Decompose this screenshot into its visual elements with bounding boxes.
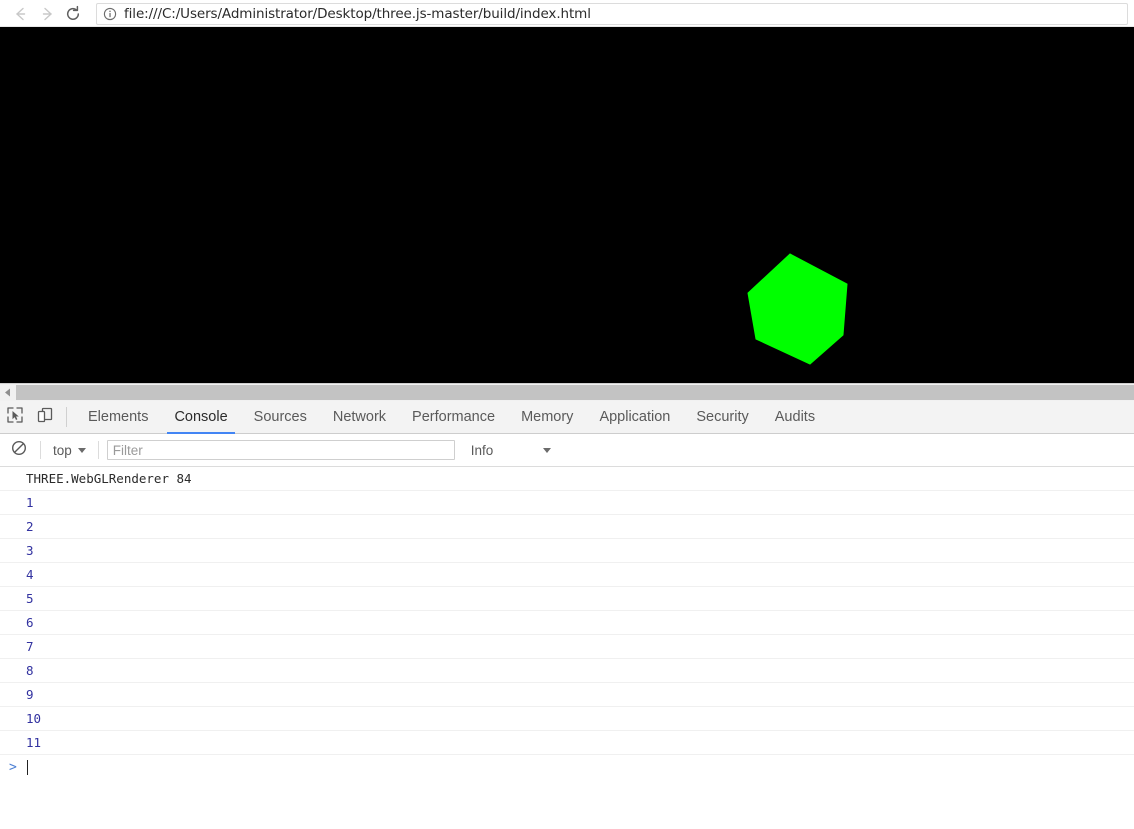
console-message: 6 [0,611,1134,635]
console-prompt-row[interactable]: > [0,755,1134,779]
execution-context-value: top [53,442,72,458]
back-button[interactable] [8,1,34,27]
console-filter-bar: top Info [0,434,1134,467]
tab-performance[interactable]: Performance [399,401,508,433]
page-info-icon[interactable] [103,7,117,21]
console-message: 10 [0,707,1134,731]
log-level-value: Info [470,442,494,458]
tab-sources[interactable]: Sources [241,401,320,433]
console-message-text: 11 [26,735,42,750]
console-message-text: 9 [26,687,34,702]
filterbar-divider-1 [40,441,41,459]
console-message-text: 5 [26,591,34,606]
console-message: 11 [0,731,1134,755]
console-message: 7 [0,635,1134,659]
tab-elements-label: Elements [88,409,149,425]
console-message: 8 [0,659,1134,683]
console-message-text: 7 [26,639,34,654]
page-horizontal-scrollbar[interactable] [0,383,1134,401]
console-message-text: 8 [26,663,34,678]
console-message-text: 4 [26,567,34,582]
console-message-text: 10 [26,711,42,726]
tab-security[interactable]: Security [683,401,761,433]
tab-console-label: Console [174,409,228,425]
arrow-right-icon [38,5,56,23]
scroll-left-button[interactable] [0,384,16,401]
address-bar[interactable]: file:///C:/Users/Administrator/Desktop/t… [96,2,1128,25]
scroll-left-arrow-icon [4,384,12,402]
reload-button[interactable] [60,1,86,27]
tab-audits-label: Audits [774,409,816,425]
tab-application[interactable]: Application [586,401,683,433]
reload-icon [64,5,82,23]
console-message-text: 1 [26,495,34,510]
tab-network-label: Network [332,409,387,425]
scroll-thumb[interactable] [16,385,1134,400]
console-message-text: 3 [26,543,34,558]
address-bar-url: file:///C:/Users/Administrator/Desktop/t… [124,5,591,22]
console-filter-input[interactable] [106,440,455,460]
tab-network[interactable]: Network [320,401,399,433]
console-message: 1 [0,491,1134,515]
device-toolbar-button[interactable] [30,401,60,433]
console-message: THREE.WebGLRenderer 84 [0,467,1134,491]
tab-audits[interactable]: Audits [762,401,828,433]
browser-toolbar: file:///C:/Users/Administrator/Desktop/t… [0,0,1134,27]
clear-console-icon [11,440,27,461]
inspect-element-icon [6,406,24,429]
tab-console[interactable]: Console [161,401,240,434]
console-message-text: 6 [26,615,34,630]
prompt-chevron-icon: > [9,759,17,775]
tab-memory-label: Memory [521,409,574,425]
tab-elements[interactable]: Elements [75,401,161,433]
console-message-text: 2 [26,519,34,534]
tab-application-label: Application [599,409,671,425]
device-toolbar-icon [36,406,54,429]
devtools-tabbar: Elements Console Sources Network Perform… [0,401,1134,434]
console-message-list[interactable]: THREE.WebGLRenderer 84 1 2 3 4 5 6 7 8 9 10 11 > [0,467,1134,829]
filterbar-divider-2 [97,441,99,459]
chevron-down-icon [543,447,552,453]
console-message: 3 [0,539,1134,563]
page-viewport[interactable] [0,27,1134,383]
console-message: 2 [0,515,1134,539]
arrow-left-icon [12,5,30,23]
console-message: 9 [0,683,1134,707]
console-message: 5 [0,587,1134,611]
chevron-down-icon [77,447,86,453]
webgl-canvas[interactable] [0,27,1134,383]
tab-security-label: Security [696,409,749,425]
tab-performance-label: Performance [412,409,496,425]
tab-memory[interactable]: Memory [508,401,586,433]
tabbar-divider [66,407,67,427]
console-message-text: THREE.WebGLRenderer 84 [26,471,192,486]
execution-context-selector[interactable]: top [49,443,90,458]
devtools-panel: Elements Console Sources Network Perform… [0,401,1134,829]
canvas-background [0,27,1134,383]
log-level-selector[interactable]: Info [471,443,552,458]
forward-button[interactable] [34,1,60,27]
text-cursor [27,759,28,775]
tab-sources-label: Sources [253,409,307,425]
inspect-element-button[interactable] [0,401,30,433]
clear-console-button[interactable] [6,437,32,463]
console-message: 4 [0,563,1134,587]
